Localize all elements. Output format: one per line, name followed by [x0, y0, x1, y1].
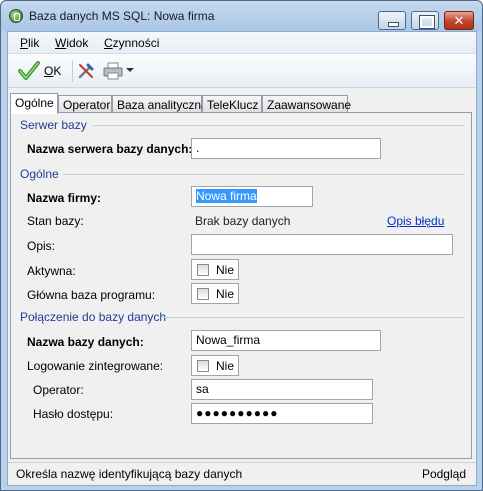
- description-label: Opis:: [27, 239, 56, 253]
- tab-zaawansowane[interactable]: Zaawansowane: [262, 95, 351, 113]
- ok-button[interactable]: OK: [14, 60, 66, 82]
- active-checkbox-text: Nie: [216, 263, 235, 277]
- ok-button-label: OK: [44, 64, 62, 78]
- integrated-login-checkbox[interactable]: Nie: [191, 355, 239, 376]
- close-button[interactable]: ✕: [444, 11, 474, 30]
- tab-ogolne[interactable]: Ogólne: [10, 93, 58, 114]
- active-label: Aktywna:: [27, 264, 76, 278]
- tab-operator[interactable]: Operator: [58, 95, 112, 113]
- integrated-login-checkbox-text: Nie: [216, 359, 235, 373]
- minimize-button[interactable]: [378, 11, 406, 30]
- group-title-general: Ogólne: [20, 167, 59, 181]
- company-name-input[interactable]: Nowa firma: [191, 186, 313, 207]
- description-input[interactable]: [191, 234, 453, 255]
- tab-strip: Ogólne Operator Baza analityczna TeleKlu…: [10, 93, 476, 114]
- db-state-value: Brak bazy danych: [195, 214, 291, 228]
- checkbox-box[interactable]: [197, 360, 209, 372]
- window-client-area: Plik Widok Czynności OK Ogólne Operator …: [7, 31, 477, 486]
- check-icon: [18, 61, 40, 80]
- tab-panel-ogolne: Serwer bazy Nazwa serwera bazy danych: .…: [10, 112, 472, 459]
- status-hint: Określa nazwę identyfikującą bazy danych: [16, 467, 243, 481]
- integrated-login-label: Logowanie zintegrowane:: [27, 359, 164, 373]
- toolbar: OK: [8, 54, 476, 88]
- operator-label: Operator:: [33, 383, 84, 397]
- menu-plik[interactable]: Plik: [20, 36, 39, 50]
- password-input[interactable]: ●●●●●●●●●●: [191, 403, 373, 424]
- checkbox-box[interactable]: [197, 288, 209, 300]
- status-mode: Podgląd: [421, 467, 466, 481]
- group-divider: [93, 125, 465, 126]
- error-description-link[interactable]: Opis błędu: [387, 214, 444, 228]
- printer-icon[interactable]: [103, 62, 123, 80]
- company-name-selected-text: Nowa firma: [196, 189, 257, 203]
- status-bar: Określa nazwę identyfikującą bazy danych…: [8, 462, 476, 485]
- active-checkbox[interactable]: Nie: [191, 259, 239, 280]
- title-bar[interactable]: Baza danych MS SQL: Nowa firma ✕: [1, 1, 482, 31]
- tools-icon[interactable]: [77, 62, 95, 80]
- server-name-input[interactable]: .: [191, 138, 381, 159]
- app-logo-icon: [9, 9, 23, 23]
- company-name-label: Nazwa firmy:: [27, 191, 102, 205]
- chevron-down-icon[interactable]: [126, 68, 134, 72]
- db-name-input[interactable]: Nowa_firma: [191, 330, 381, 351]
- password-label: Hasło dostępu:: [33, 407, 114, 421]
- checkbox-box[interactable]: [197, 264, 209, 276]
- group-title-server: Serwer bazy: [20, 118, 87, 132]
- menu-bar: Plik Widok Czynności: [8, 32, 476, 54]
- main-db-label: Główna baza programu:: [27, 288, 156, 302]
- app-window: Baza danych MS SQL: Nowa firma ✕ Plik Wi…: [0, 0, 483, 491]
- db-name-label: Nazwa bazy danych:: [27, 335, 144, 349]
- main-db-checkbox[interactable]: Nie: [191, 283, 239, 304]
- operator-input[interactable]: sa: [191, 379, 373, 400]
- menu-czynnosci[interactable]: Czynności: [104, 36, 159, 50]
- close-icon: ✕: [453, 13, 465, 28]
- maximize-button[interactable]: [411, 11, 439, 30]
- db-state-label: Stan bazy:: [27, 214, 84, 228]
- window-title: Baza danych MS SQL: Nowa firma: [29, 9, 215, 23]
- menu-widok[interactable]: Widok: [55, 36, 88, 50]
- tab-teleklucz[interactable]: TeleKlucz: [202, 95, 262, 113]
- server-name-label: Nazwa serwera bazy danych:: [27, 142, 193, 156]
- main-db-checkbox-text: Nie: [216, 287, 235, 301]
- group-title-connection: Połączenie do bazy danych: [20, 310, 167, 324]
- group-divider: [63, 174, 465, 175]
- tab-baza-analityczna[interactable]: Baza analityczna: [112, 95, 208, 113]
- toolbar-separator: [72, 60, 73, 82]
- group-divider: [161, 317, 465, 318]
